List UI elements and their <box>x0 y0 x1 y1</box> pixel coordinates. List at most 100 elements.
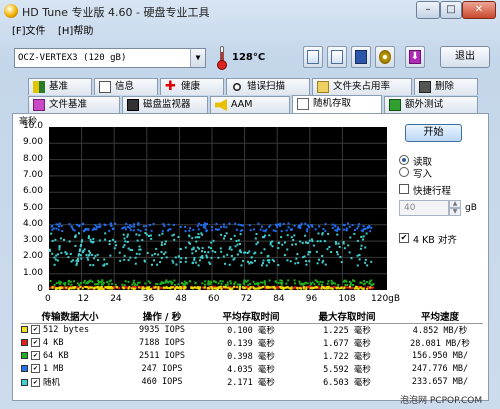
data-point <box>240 264 243 267</box>
data-point <box>349 283 352 286</box>
data-point <box>127 287 130 290</box>
data-point <box>347 222 349 225</box>
align-4kb-label: 4 KB 对齐 <box>413 235 457 246</box>
tab-erase[interactable]: 删除 <box>414 78 478 95</box>
maximize-button[interactable]: □ <box>440 1 462 19</box>
read-radio-dot[interactable] <box>399 155 409 165</box>
results-header-row: 传输数据大小 操作 / 秒 平均存取时间 最大存取时间 平均速度 <box>21 309 483 324</box>
data-point <box>348 280 351 283</box>
data-point <box>254 251 257 254</box>
data-point <box>78 224 81 227</box>
data-point <box>167 223 170 226</box>
tab-folder-usage[interactable]: 文件夹占用率 <box>312 78 412 95</box>
data-point <box>68 240 71 243</box>
tab-aam[interactable]: AAM <box>210 96 290 113</box>
tab-error-scan[interactable]: 错误扫描 <box>226 78 310 95</box>
spinner-up-button[interactable]: ▲ <box>449 200 461 208</box>
speaker-icon <box>215 99 227 111</box>
close-button[interactable]: ✕ <box>462 1 496 19</box>
data-point <box>67 256 70 259</box>
data-point <box>138 281 141 284</box>
data-point <box>122 226 125 229</box>
y-tick-label: 1.00 <box>22 267 43 278</box>
minimize-button[interactable]: – <box>416 1 440 19</box>
tab-benchmark[interactable]: 基准 <box>28 78 92 95</box>
start-button[interactable]: 开始 <box>405 124 462 142</box>
quick-test-unit: gB <box>465 203 477 213</box>
data-point <box>73 280 76 283</box>
data-point <box>204 227 207 230</box>
title-bar[interactable]: HD Tune 专业版 4.60 - 硬盘专业工具 – □ ✕ <box>0 0 500 22</box>
data-point <box>359 281 362 284</box>
menu-help[interactable]: [H]帮助 <box>58 24 93 40</box>
tab-file-benchmark[interactable]: 文件基准 <box>28 96 120 113</box>
data-point <box>69 286 72 289</box>
data-point <box>236 253 239 256</box>
align-4kb-checkbox[interactable]: ✔ <box>399 233 409 243</box>
data-point <box>262 229 265 232</box>
series-checkbox[interactable]: ✔ <box>31 351 40 360</box>
data-point <box>70 225 73 228</box>
data-point <box>153 252 156 255</box>
data-point <box>293 224 296 227</box>
quick-test-size-input[interactable]: 40 <box>399 200 449 216</box>
data-point <box>53 284 56 286</box>
data-point <box>123 244 126 247</box>
chevron-down-icon[interactable]: ▼ <box>190 49 205 67</box>
data-point <box>362 238 364 241</box>
data-point <box>197 228 200 231</box>
data-point <box>137 223 140 226</box>
data-point <box>51 239 54 242</box>
data-point <box>94 254 97 257</box>
result-avg-cell: 0.139 毫秒 <box>227 339 275 349</box>
data-point <box>262 236 264 239</box>
data-point <box>293 234 296 237</box>
data-point <box>349 236 352 239</box>
data-point <box>236 243 239 246</box>
data-point <box>79 248 81 251</box>
info-icon <box>99 81 111 93</box>
series-checkbox[interactable]: ✔ <box>31 338 40 347</box>
data-point <box>194 261 197 264</box>
copy-info-button[interactable] <box>303 46 323 68</box>
tab-random-access[interactable]: 随机存取 <box>292 95 382 114</box>
tab-info[interactable]: 信息 <box>94 78 158 95</box>
tab-health[interactable]: ✚ 健康 <box>160 78 224 95</box>
data-point <box>78 253 80 256</box>
series-checkbox[interactable]: ✔ <box>31 325 40 335</box>
data-point <box>51 286 54 289</box>
data-point <box>193 286 196 289</box>
save-button[interactable] <box>351 46 371 68</box>
data-point <box>321 281 324 284</box>
data-point <box>138 248 141 251</box>
quick-test-checkbox[interactable] <box>399 184 409 194</box>
data-point <box>158 234 161 237</box>
menu-file[interactable]: [F]文件 <box>12 24 46 40</box>
data-point <box>179 287 182 290</box>
drive-select[interactable]: OCZ-VERTEX3 (120 gB) ▼ <box>14 48 206 68</box>
series-checkbox[interactable]: ✔ <box>31 378 40 387</box>
write-radio[interactable]: 写入 <box>399 166 489 180</box>
data-point <box>285 282 288 285</box>
series-checkbox[interactable]: ✔ <box>31 364 40 373</box>
copy-screenshot-button[interactable] <box>327 46 347 68</box>
data-point <box>98 223 101 226</box>
tab-extra-tests[interactable]: 额外测试 <box>384 96 478 113</box>
write-radio-dot[interactable] <box>399 167 409 177</box>
data-point <box>318 258 320 261</box>
tab-disk-monitor[interactable]: 磁盘监视器 <box>122 96 208 113</box>
options-button[interactable] <box>375 46 395 68</box>
read-radio[interactable]: 读取 <box>399 154 489 168</box>
data-point <box>209 247 212 250</box>
data-point <box>188 229 191 232</box>
trash-icon <box>419 81 431 93</box>
spinner-down-button[interactable]: ▼ <box>449 208 461 216</box>
data-point <box>351 286 354 289</box>
exit-button[interactable]: 退出 <box>440 46 490 68</box>
data-point <box>309 287 312 290</box>
data-point <box>134 262 137 265</box>
data-point <box>358 254 361 256</box>
data-point <box>343 228 346 231</box>
download-button[interactable]: ⬇ <box>405 46 425 68</box>
data-point <box>284 241 286 244</box>
